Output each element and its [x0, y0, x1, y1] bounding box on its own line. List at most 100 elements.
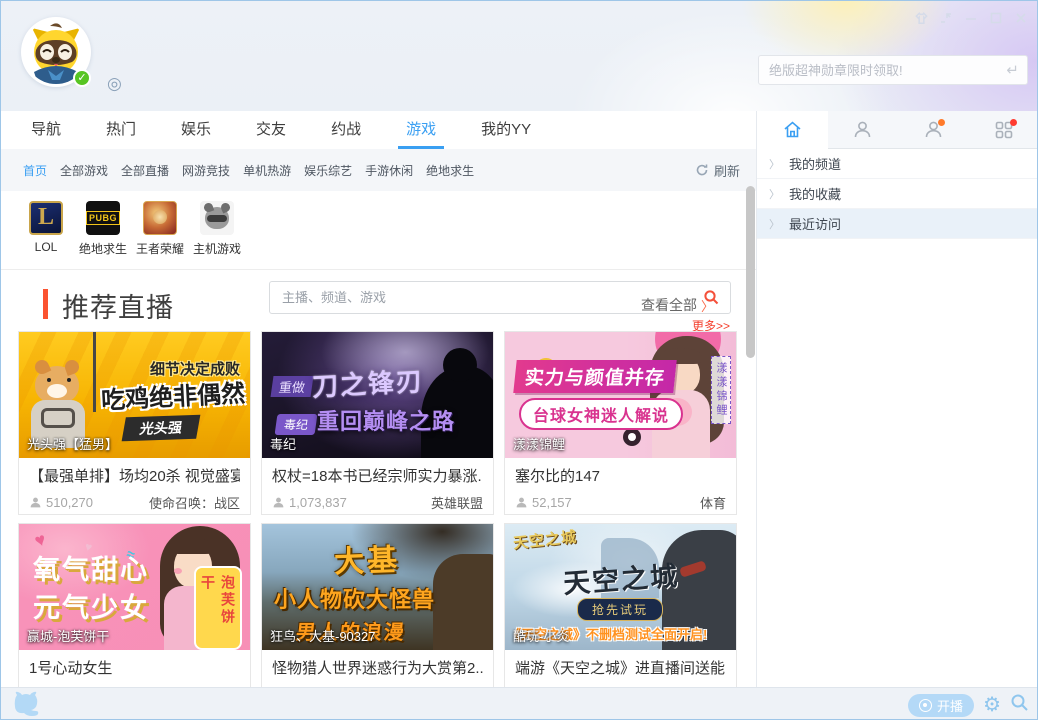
person-icon	[852, 119, 873, 140]
announcement-input[interactable]	[769, 63, 1006, 78]
streamer-name-badge: 酷玩-小炎	[513, 626, 569, 645]
mini-mode-icon[interactable]	[938, 10, 954, 26]
stream-thumbnail: ♥ ♥ ≈ 氧气甜心 元气少女 泡芙饼干 赢城-泡芙饼干	[19, 524, 250, 650]
subnav-mobile-games[interactable]: 手游休闲	[365, 162, 413, 179]
yy-mascot-icon[interactable]	[11, 691, 45, 719]
window-controls	[913, 10, 1029, 26]
stream-thumbnail: 实力与颜值并存 台球女神迷人解说 漾漾锦鲤 漾漾锦鲤	[505, 332, 736, 458]
viewer-count: 1,073,837	[272, 495, 347, 510]
stream-title: 权杖=18本书已经宗师实力暴涨...	[272, 465, 483, 486]
lol-icon: L	[29, 201, 63, 235]
stream-title: 【最强单排】场均20杀 视觉盛宴	[29, 465, 240, 486]
stream-card-4[interactable]: ♥ ♥ ≈ 氧气甜心 元气少女 泡芙饼干 赢城-泡芙饼干 1号心动女生	[18, 523, 251, 687]
tab-contacts[interactable]	[828, 111, 899, 148]
refresh-icon	[695, 163, 709, 177]
tab-apps[interactable]	[969, 111, 1038, 148]
footer-search-icon[interactable]	[1010, 693, 1029, 717]
tab-friends[interactable]	[898, 111, 969, 148]
stream-card-5[interactable]: 大基 小人物砍大怪兽 男人的浪漫 狂鸟、大基-90327 怪物猎人世界迷惑行为大…	[261, 523, 494, 687]
streamer-name-badge: 狂鸟、大基-90327	[270, 626, 375, 645]
notification-dot	[1010, 119, 1017, 126]
online-status-badge: ✓	[73, 69, 91, 87]
viewer-icon	[272, 496, 285, 509]
nav-tab-jiaoyou[interactable]: 交友	[256, 111, 286, 149]
sidebar-item-my-channels[interactable]: 〉 我的频道	[757, 149, 1038, 179]
visibility-status-icon[interactable]: ◎	[107, 74, 122, 94]
subnav-pubg[interactable]: 绝地求生	[426, 162, 474, 179]
pubg-icon: PUBG	[86, 201, 120, 235]
recommended-live-header: 推荐直播 查看全部 〉	[1, 281, 756, 325]
quick-game-lol[interactable]: L LOL	[22, 201, 70, 254]
sidebar-item-my-favorites[interactable]: 〉 我的收藏	[757, 179, 1038, 209]
refresh-button[interactable]: 刷新	[695, 149, 740, 191]
camera-icon	[919, 699, 932, 712]
announcement-search-box[interactable]: ↵	[758, 55, 1028, 85]
stream-card-2[interactable]: 重做 刀之锋刃 毒纪 重回巅峰之路 毒纪 权杖=18本书已经宗师实力暴涨... …	[261, 331, 494, 515]
console-games-icon	[200, 201, 234, 235]
streamer-name-badge: 赢城-泡芙饼干	[27, 626, 109, 645]
quick-game-wangzhe[interactable]: 王者荣耀	[136, 201, 184, 257]
enter-icon[interactable]: ↵	[1006, 61, 1019, 79]
stream-title: 1号心动女生	[29, 657, 240, 678]
sidebar-tabs	[757, 111, 1038, 149]
nav-tab-yuezhan[interactable]: 约战	[331, 111, 361, 149]
chevron-right-icon: 〉	[769, 216, 780, 232]
subnav-online-games[interactable]: 网游竞技	[182, 162, 230, 179]
minimize-icon[interactable]	[963, 10, 979, 26]
skin-icon[interactable]	[913, 10, 929, 26]
nav-tab-my-yy[interactable]: 我的YY	[481, 111, 531, 149]
nav-tab-daohang[interactable]: 导航	[31, 111, 61, 149]
view-all-link[interactable]: 查看全部 〉	[641, 295, 714, 315]
subnav-all-live[interactable]: 全部直播	[121, 162, 169, 179]
nav-tab-remen[interactable]: 热门	[106, 111, 136, 149]
notification-dot	[938, 119, 945, 126]
stream-card-3[interactable]: 实力与颜值并存 台球女神迷人解说 漾漾锦鲤 漾漾锦鲤 塞尔比的147 52,15…	[504, 331, 737, 515]
stream-thumbnail: 重做 刀之锋刃 毒纪 重回巅峰之路 毒纪	[262, 332, 493, 458]
stream-category: 英雄联盟	[431, 493, 483, 512]
subnav-pc-games[interactable]: 单机热游	[243, 162, 291, 179]
subnav-variety[interactable]: 娱乐综艺	[304, 162, 352, 179]
sidebar-item-recent-visits[interactable]: 〉 最近访问	[757, 209, 1038, 239]
stream-thumbnail: 大基 小人物砍大怪兽 男人的浪漫 狂鸟、大基-90327	[262, 524, 493, 650]
stream-category: 使命召唤：战区	[149, 493, 240, 512]
stream-thumbnail: 细节决定成败 吃鸡绝非偶然 光头强 光头强【猛男】	[19, 332, 250, 458]
tab-home[interactable]	[757, 111, 828, 149]
stream-card-1[interactable]: 细节决定成败 吃鸡绝非偶然 光头强 光头强【猛男】 【最强单排】场均20杀 视觉…	[18, 331, 251, 515]
viewer-icon	[515, 496, 528, 509]
home-icon	[782, 119, 803, 140]
chevron-right-icon: 〉	[701, 296, 714, 315]
subnav-all-games[interactable]: 全部游戏	[60, 162, 108, 179]
quick-game-pubg[interactable]: PUBG 绝地求生	[79, 201, 127, 257]
stream-thumbnail: 天空之城 天空之城 抢先试玩 《天空之城》不删档测试全面开启! 酷玩-小炎	[505, 524, 736, 650]
section-title: 推荐直播	[62, 286, 174, 325]
chevron-right-icon: 〉	[769, 186, 780, 202]
section-accent-bar	[43, 289, 48, 319]
maximize-icon[interactable]	[988, 10, 1004, 26]
chevron-right-icon: 〉	[769, 156, 780, 172]
stream-card-6[interactable]: 天空之城 天空之城 抢先试玩 《天空之城》不删档测试全面开启! 酷玩-小炎 端游…	[504, 523, 737, 687]
vertical-scrollbar[interactable]	[746, 186, 755, 358]
nav-tab-youxi-active[interactable]: 游戏	[406, 111, 436, 149]
yy-client-window: ✓ ◎ ↵ 导航 热门	[0, 0, 1038, 720]
stream-title: 端游《天空之城》进直播间送能...	[515, 657, 726, 678]
top-banner: ✓ ◎ ↵	[1, 1, 1038, 111]
right-sidebar: 〉 我的频道 〉 我的收藏 〉 最近访问	[756, 111, 1038, 687]
main-content-pane: 导航 热门 娱乐 交友 约战 游戏 我的YY 首页 全部游戏 全部直播 网游竞技…	[1, 111, 756, 687]
subnav-home[interactable]: 首页	[23, 162, 47, 179]
streamer-name-badge: 毒纪	[270, 434, 296, 453]
streamer-name-badge: 光头强【猛男】	[27, 434, 118, 453]
quick-game-console[interactable]: 主机游戏	[193, 201, 241, 257]
close-icon[interactable]	[1013, 10, 1029, 26]
nav-tab-yule[interactable]: 娱乐	[181, 111, 211, 149]
settings-gear-icon[interactable]: ⚙	[983, 695, 1001, 715]
viewer-icon	[29, 496, 42, 509]
start-live-button[interactable]: 开播	[908, 694, 974, 717]
stream-title: 塞尔比的147	[515, 465, 726, 486]
streamer-name-badge: 漾漾锦鲤	[513, 434, 565, 453]
viewer-count: 52,157	[515, 495, 572, 510]
stream-category: 体育	[700, 493, 726, 512]
avatar[interactable]: ✓	[21, 17, 91, 87]
section-divider	[1, 269, 756, 270]
stream-title: 怪物猎人世界迷惑行为大赏第2...	[272, 657, 483, 678]
quick-games-row: L LOL PUBG 绝地求生 王者荣耀 主机游戏 更多>>	[1, 191, 756, 269]
